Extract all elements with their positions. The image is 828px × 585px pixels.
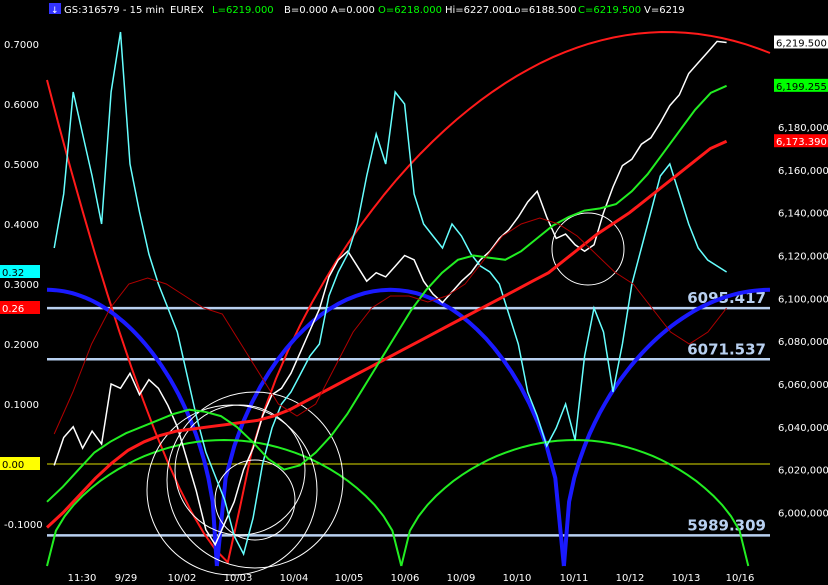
right-tick-label: 6,140,000	[778, 209, 828, 220]
level-label: 5989.309	[687, 516, 766, 534]
right-tick-label: 6,080,000	[778, 337, 828, 348]
x-tick-label: 10/10	[503, 573, 532, 584]
value-marker-label: 0.32	[2, 268, 24, 279]
left-tick-label: 0.3000	[4, 280, 39, 291]
right-tick-label: 6,100,000	[778, 294, 828, 305]
left-tick-label: -0.1000	[4, 520, 43, 531]
value-marker-label: 0.26	[2, 304, 24, 315]
value-marker-label: 6,173.390	[776, 137, 827, 148]
right-tick-label: 6,020,000	[778, 466, 828, 477]
header-exchange: EUREX	[170, 5, 204, 16]
header-low: Lo=6188.500	[509, 5, 577, 16]
header-menu-glyph: ↓	[51, 6, 59, 16]
header-last: L=6219.000	[212, 5, 274, 16]
x-tick-label: 10/11	[560, 573, 589, 584]
x-tick-label: 10/02	[168, 573, 197, 584]
header-symbol: GS:316579 - 15 min	[64, 5, 164, 16]
header-close: C=6219.500	[578, 5, 641, 16]
x-tick-label: 10/16	[726, 573, 755, 584]
right-tick-label: 6,000,000	[778, 508, 828, 519]
left-tick-label: 0.5000	[4, 160, 39, 171]
header-ask: A=0.000	[331, 5, 375, 16]
right-tick-label: 6,120,000	[778, 252, 828, 263]
right-tick-label: 6,060,000	[778, 380, 828, 391]
left-tick-label: 0.6000	[4, 100, 39, 111]
level-label: 6071.537	[687, 340, 766, 358]
x-tick-label: 10/12	[616, 573, 645, 584]
x-tick-label: 9/29	[115, 573, 137, 584]
value-marker-label: 0.00	[2, 460, 24, 471]
x-tick-label: 10/06	[391, 573, 420, 584]
left-tick-label: 0.4000	[4, 220, 39, 231]
header-high: Hi=6227.000	[445, 5, 511, 16]
right-tick-label: 6,040,000	[778, 423, 828, 434]
right-tick-label: 6,180,000	[778, 123, 828, 134]
header-bid: B=0.000	[284, 5, 328, 16]
left-tick-label: 0.1000	[4, 400, 39, 411]
chart-header: ↓ GS:316579 - 15 min EUREX L=6219.000 B=…	[49, 3, 685, 16]
value-marker-label: 6,219.500	[776, 38, 827, 49]
header-open: O=6218.000	[378, 5, 442, 16]
x-tick-label: 10/05	[335, 573, 364, 584]
x-tick-label: 10/03	[224, 573, 253, 584]
x-tick-label: 11:30	[68, 573, 97, 584]
value-marker-label: 6,199.255	[776, 82, 827, 93]
x-tick-label: 10/04	[280, 573, 309, 584]
x-tick-label: 10/13	[672, 573, 701, 584]
right-tick-label: 6,160,000	[778, 166, 828, 177]
x-tick-label: 10/09	[447, 573, 476, 584]
header-volume: V=6219	[644, 5, 685, 16]
left-tick-label: 0.2000	[4, 340, 39, 351]
price-chart: ↓ GS:316579 - 15 min EUREX L=6219.000 B=…	[0, 0, 828, 585]
left-tick-label: 0.7000	[4, 40, 39, 51]
